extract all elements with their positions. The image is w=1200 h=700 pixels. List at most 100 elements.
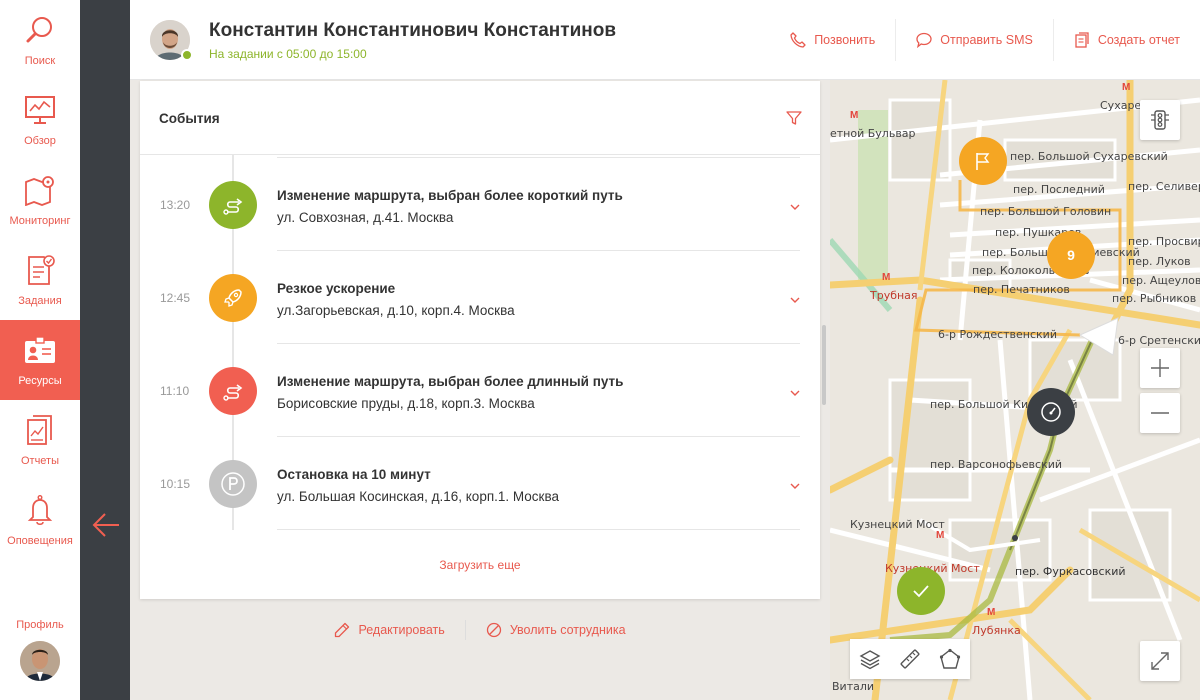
ban-icon [486, 622, 501, 638]
polygon-icon[interactable] [930, 639, 970, 679]
events-header: События [140, 81, 820, 155]
back-arrow-icon[interactable] [92, 511, 120, 539]
layers-icon[interactable] [850, 639, 890, 679]
load-more-button[interactable]: Загрузить еще [140, 558, 820, 572]
route-icon [209, 181, 257, 229]
map-label: Трубная [870, 289, 918, 302]
ruler-icon[interactable] [890, 639, 930, 679]
send-sms-label: Отправить SMS [940, 33, 1033, 47]
event-address: ул. Большая Косинская, д.16, корп.1. Мос… [277, 489, 559, 504]
map-label: Витали [832, 680, 875, 693]
header: Константин Константинович Константинов Н… [130, 0, 1200, 80]
map-pin-icon [23, 173, 57, 207]
minus-icon [1151, 412, 1169, 414]
sidebar-item-search[interactable]: Поиск [0, 0, 80, 80]
rocket-icon [209, 274, 257, 322]
back-strip [80, 0, 130, 700]
chevron-down-icon[interactable] [790, 198, 800, 216]
report-icon [1075, 32, 1089, 48]
fullscreen-button[interactable] [1140, 641, 1180, 681]
speedometer-marker-icon[interactable] [1027, 388, 1075, 436]
sidebar-item-resources[interactable]: Ресурсы [0, 320, 80, 400]
map-label: пер. Печатников [973, 283, 1070, 296]
map-view[interactable]: етной Бульвар Сухаревская пер. Большой С… [830, 80, 1200, 700]
chevron-down-icon[interactable] [790, 291, 800, 309]
map-label: етной Бульвар [830, 127, 916, 140]
phone-icon [790, 32, 806, 48]
dismiss-employee-button[interactable]: Уволить сотрудника [466, 622, 646, 638]
check-marker-icon[interactable] [897, 567, 945, 615]
metro-icon: М [936, 530, 945, 541]
sidebar-item-label: Обзор [24, 135, 56, 147]
divider [277, 436, 800, 437]
event-time: 10:15 [160, 477, 191, 491]
event-address: ул. Совхозная, д.41. Москва [277, 210, 454, 225]
map-label: пер. Ащеулов [1122, 274, 1200, 287]
events-title: События [159, 111, 220, 126]
online-status-dot [181, 49, 193, 61]
metro-icon: М [987, 607, 996, 618]
map-label: пер. Варсонофьевский [930, 458, 1063, 471]
map-label: пер. Селиверстов [1128, 180, 1200, 193]
map-label: пер. Рыбников [1112, 292, 1197, 305]
metro-icon: М [1122, 82, 1131, 93]
filter-icon[interactable] [786, 110, 802, 131]
traffic-light-icon[interactable] [1140, 100, 1180, 140]
list-item[interactable]: 12:45 Резкое ускорение ул.Загорьевская, … [140, 250, 820, 343]
bottom-actions: Редактировать Уволить сотрудника [140, 610, 820, 650]
send-sms-button[interactable]: Отправить SMS [895, 19, 1053, 61]
map-label: пер. Последний [1013, 183, 1105, 196]
sidebar-item-tasks[interactable]: Задания [0, 240, 80, 320]
avatar [150, 20, 193, 61]
map-label: 6-р Сретенский [1118, 334, 1200, 347]
sidebar-item-notifications[interactable]: Оповещения [0, 480, 80, 560]
chat-bubble-icon [916, 32, 932, 48]
divider [277, 250, 800, 251]
event-title: Остановка на 10 минут [277, 467, 431, 482]
scrollbar[interactable] [822, 325, 826, 405]
list-item[interactable]: 11:10 Изменение маршрута, выбран более д… [140, 343, 820, 436]
route-icon [209, 367, 257, 415]
sidebar-item-monitoring[interactable]: Мониторинг [0, 160, 80, 240]
chevron-down-icon[interactable] [790, 477, 800, 495]
avatar[interactable] [20, 641, 60, 681]
zoom-in-button[interactable] [1140, 348, 1180, 388]
page-title: Константин Константинович Константинов [209, 20, 617, 41]
map-base [830, 80, 1200, 700]
event-address: ул.Загорьевская, д.10, корп.4. Москва [277, 303, 515, 318]
metro-icon: М [850, 110, 859, 121]
reports-icon [23, 413, 57, 447]
map-label: пер. Луков [1128, 255, 1191, 268]
divider [277, 157, 800, 158]
search-icon [23, 13, 57, 47]
profile-label[interactable]: Профиль [0, 619, 80, 631]
call-button[interactable]: Позвонить [770, 19, 895, 61]
sidebar-item-label: Мониторинг [9, 215, 71, 227]
dismiss-employee-label: Уволить сотрудника [509, 623, 626, 637]
dashboard-icon [23, 93, 57, 127]
map-toolbar [850, 639, 970, 679]
map-label: Лубянка [972, 624, 1021, 637]
zoom-out-button[interactable] [1140, 393, 1180, 433]
sidebar-item-label: Поиск [24, 55, 56, 67]
map-label: пер. Фуркасовский [1015, 565, 1126, 578]
sidebar-item-reports[interactable]: Отчеты [0, 400, 80, 480]
sidebar-nav: Поиск Обзор Мониторинг Задания Ресурсы О… [0, 0, 80, 700]
map-label: Кузнецкий Мост [850, 518, 945, 531]
cluster-marker[interactable]: 9 [1047, 231, 1095, 279]
flag-marker-icon[interactable] [959, 137, 1007, 185]
edit-button[interactable]: Редактировать [314, 622, 464, 638]
sidebar-item-overview[interactable]: Обзор [0, 80, 80, 160]
event-title: Резкое ускорение [277, 281, 396, 296]
list-item[interactable]: 10:15 Остановка на 10 минут ул. Большая … [140, 436, 820, 529]
chevron-down-icon[interactable] [790, 384, 800, 402]
list-item[interactable]: 13:20 Изменение маршрута, выбран более к… [140, 157, 820, 250]
event-title: Изменение маршрута, выбран более коротки… [277, 188, 623, 203]
map-label: пер. Большой Сухаревский [1010, 150, 1168, 163]
sidebar-item-label: Отчеты [20, 455, 60, 467]
event-title: Изменение маршрута, выбран более длинный… [277, 374, 624, 389]
bell-icon [23, 493, 57, 527]
create-report-button[interactable]: Создать отчет [1052, 19, 1200, 61]
events-panel: События 13:20 Изменение маршрута, выбран… [140, 81, 820, 599]
divider [140, 529, 820, 530]
